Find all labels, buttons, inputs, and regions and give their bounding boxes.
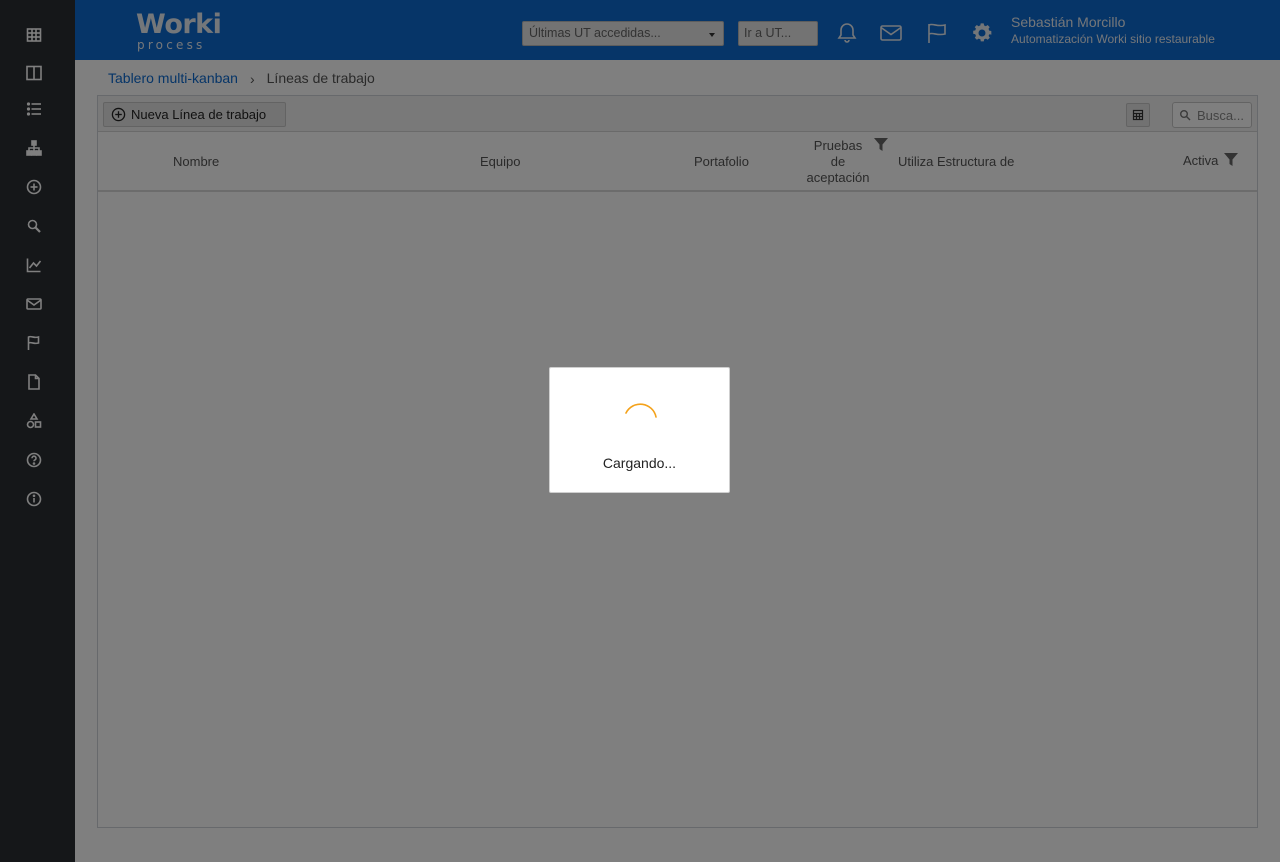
loading-spinner-icon [625, 403, 657, 418]
loading-dialog: Cargando... [549, 367, 730, 493]
loading-text: Cargando... [602, 455, 677, 471]
